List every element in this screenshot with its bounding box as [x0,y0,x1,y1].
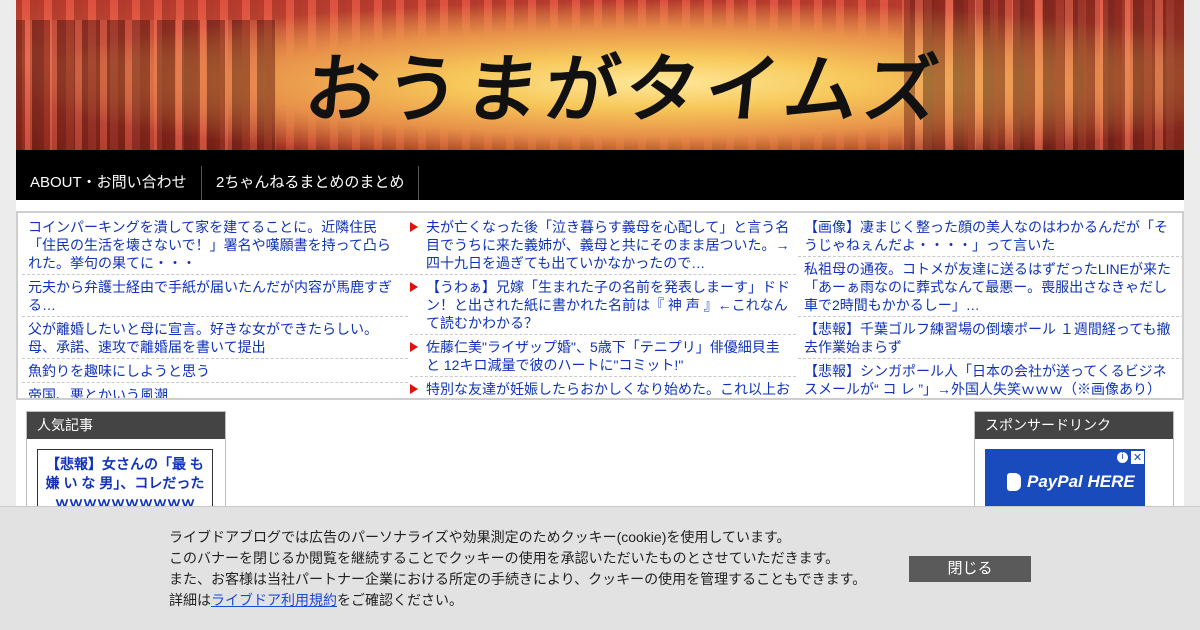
headline-text: 特別な友達が妊娠したらおかしくなり始めた。これ以上お [426,381,790,397]
headline-text: 佐藤仁美"ライザップ婚"、5歳下「テニプリ」俳優細貝圭と 12キロ減量で彼のハー… [426,339,780,373]
feed-column-1: コインパーキングを潰して家を建てることに。近隣住民「住民の生活を壊さないで！」署… [22,215,408,398]
site-title[interactable]: おうまがタイムズ [300,30,950,137]
headline-link[interactable]: 【悲報】千葉ゴルフ練習場の倒壊ポール １週間経っても撤去作業始まらず [798,317,1182,359]
headline-link[interactable]: 私祖母の通夜。コトメが友達に送るはずだったLINEが来た「あーぁ雨なのに葬式なん… [798,257,1182,317]
cookie-line-3: また、お客様は当社パートナー企業における所定の手続きにより、クッキーの使用を管理… [169,571,867,587]
banner-city-right [904,0,1184,150]
headline-link[interactable]: 【うわぁ】兄嫁「生まれた子の名前を発表しまーす」ドドン！と出された紙に書かれた名… [410,275,796,335]
cookie-close-button[interactable]: 閉じる [909,556,1031,582]
headline-link[interactable]: 元夫から弁護士経由で手紙が届いたんだが内容が馬鹿すぎる… [22,275,408,317]
headline-feed: コインパーキングを潰して家を建てることに。近隣住民「住民の生活を壊さないで！」署… [16,211,1184,400]
nav-item-matome[interactable]: 2ちゃんねるまとめのまとめ [202,166,418,200]
headline-link[interactable]: 帝国、悪とかいう風潮 [22,383,408,398]
sponsored-links-widget: スポンサードリンク PayPal HERE i ✕ [974,411,1174,521]
headline-link[interactable]: 特別な友達が妊娠したらおかしくなり始めた。これ以上お [410,377,796,398]
feed-column-2: 夫が亡くなった後「泣き暮らす義母を心配して」と言う名目でうちに来た義姉が、義母と… [410,215,796,398]
site-header-banner[interactable]: おうまがタイムズ [16,0,1184,150]
cookie-line-1: ライブドアブログでは広告のパーソナライズや効果測定のためクッキー(cookie)… [169,529,791,545]
paypal-logo-icon [1007,473,1021,491]
headline-link[interactable]: 【悲報】シンガポール人「日本の会社が送ってくるビジネスメールが“ コ レ ”」→… [798,359,1182,398]
headline-text: 夫が亡くなった後「泣き暮らす義母を心配して」と言う名目でうちに来た義姉が、義母と… [426,219,790,271]
red-triangle-icon [410,282,418,292]
cookie-line-4: 詳細はライブドア利用規約をご確認ください。 [169,590,866,611]
ad-text: PayPal HERE [1027,472,1135,491]
ad-info-icon[interactable]: i [1116,451,1129,464]
cookie-line-4-suffix: をご確認ください。 [337,592,463,608]
red-triangle-icon [410,222,418,232]
cookie-line-4-prefix: 詳細は [169,592,211,608]
headline-link[interactable]: 夫が亡くなった後「泣き暮らす義母を心配して」と言う名目でうちに来た義姉が、義母と… [410,215,796,275]
popular-articles-widget: 人気記事 【悲報】女さんの「最 も 嫌 い な 男」、コレだったｗｗｗｗｗｗｗｗ… [26,411,226,521]
headline-link[interactable]: 魚釣りを趣味にしようと思う [22,359,408,383]
cookie-consent-banner: ライブドアブログでは広告のパーソナライズや効果測定のためクッキー(cookie)… [0,506,1200,630]
headline-text: 【うわぁ】兄嫁「生まれた子の名前を発表しまーす」ドドン！と出された紙に書かれた名… [426,279,790,331]
main-nav: ABOUT・お問い合わせ 2ちゃんねるまとめのまとめ [16,150,1184,200]
ad-close-icon[interactable]: ✕ [1131,451,1144,464]
nav-item-about[interactable]: ABOUT・お問い合わせ [16,166,201,200]
nav-separator [418,166,419,200]
red-triangle-icon [410,384,418,394]
sponsored-links-heading: スポンサードリンク [975,412,1173,439]
headline-link[interactable]: 【画像】凄まじく整った顔の美人なのはわかるんだが「そうじゃねぇんだよ・・・・」っ… [798,215,1182,257]
headline-link[interactable]: コインパーキングを潰して家を建てることに。近隣住民「住民の生活を壊さないで！」署… [22,215,408,275]
red-triangle-icon [410,342,418,352]
cookie-line-2: このバナーを閉じるか閲覧を継続することでクッキーの使用を承認いただいたものとさせ… [169,550,840,566]
cookie-message: ライブドアブログでは広告のパーソナライズや効果測定のためクッキー(cookie)… [169,527,866,611]
popular-articles-heading: 人気記事 [27,412,225,439]
headline-link[interactable]: 佐藤仁美"ライザップ婚"、5歳下「テニプリ」俳優細貝圭と 12キロ減量で彼のハー… [410,335,796,377]
banner-city-left [16,20,276,150]
headline-link[interactable]: 父が離婚したいと母に宣言。好きな女ができたらしい。母、承諾、速攻で離婚届を書いて… [22,317,408,359]
paypal-ad[interactable]: PayPal HERE i ✕ [985,449,1145,509]
feed-column-3: 【画像】凄まじく整った顔の美人なのはわかるんだが「そうじゃねぇんだよ・・・・」っ… [798,215,1182,398]
terms-link[interactable]: ライブドア利用規約 [211,592,337,608]
